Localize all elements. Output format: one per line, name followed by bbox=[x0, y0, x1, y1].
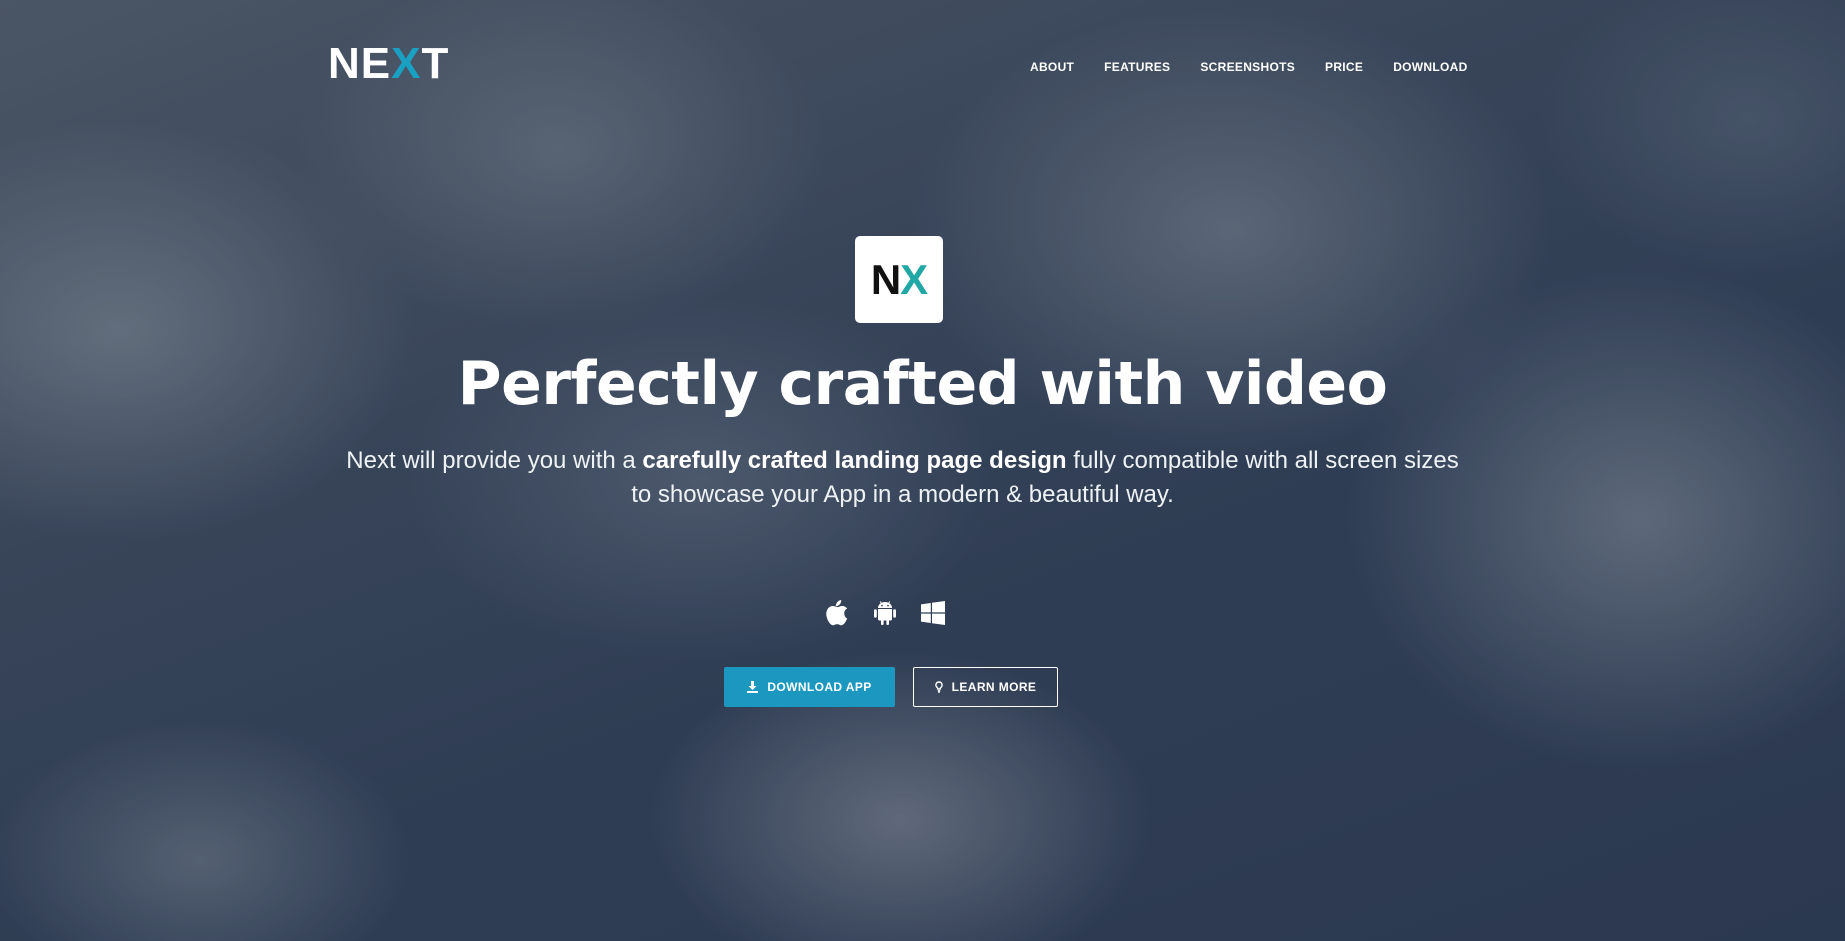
hero-headline: Perfectly crafted with video bbox=[457, 349, 1388, 419]
site-logo[interactable]: NEXT bbox=[328, 42, 449, 86]
learn-more-button[interactable]: LEARN MORE bbox=[913, 667, 1058, 707]
download-app-label: DOWNLOAD APP bbox=[767, 680, 872, 694]
android-icon[interactable] bbox=[872, 599, 898, 627]
apple-icon[interactable] bbox=[824, 599, 850, 627]
logo-text: NEXT bbox=[328, 39, 450, 88]
platform-icons bbox=[824, 598, 1024, 628]
download-app-button[interactable]: DOWNLOAD APP bbox=[724, 667, 895, 707]
nav-about[interactable]: ABOUT bbox=[1030, 60, 1074, 74]
app-icon-x: X bbox=[900, 255, 928, 303]
hero-subtitle-emphasis: carefully crafted landing page design bbox=[642, 447, 1067, 474]
windows-icon[interactable] bbox=[920, 599, 946, 627]
hero-subtitle: Next will provide you with a carefully c… bbox=[346, 447, 1459, 508]
app-icon: NX bbox=[855, 236, 943, 323]
hero-section: NEXT ABOUT FEATURES SCREENSHOTS PRICE DO… bbox=[0, 0, 1845, 941]
download-icon bbox=[747, 681, 759, 693]
nav-price[interactable]: PRICE bbox=[1325, 60, 1363, 74]
learn-more-label: LEARN MORE bbox=[951, 680, 1037, 694]
main-nav: ABOUT FEATURES SCREENSHOTS PRICE DOWNLOA… bbox=[1030, 60, 1468, 74]
app-icon-n: N bbox=[870, 255, 901, 303]
nav-download[interactable]: DOWNLOAD bbox=[1393, 60, 1467, 74]
nav-features[interactable]: FEATURES bbox=[1104, 60, 1170, 74]
nav-screenshots[interactable]: SCREENSHOTS bbox=[1200, 60, 1295, 74]
logo-x-mark: X bbox=[391, 39, 422, 88]
lightbulb-icon bbox=[934, 681, 943, 693]
